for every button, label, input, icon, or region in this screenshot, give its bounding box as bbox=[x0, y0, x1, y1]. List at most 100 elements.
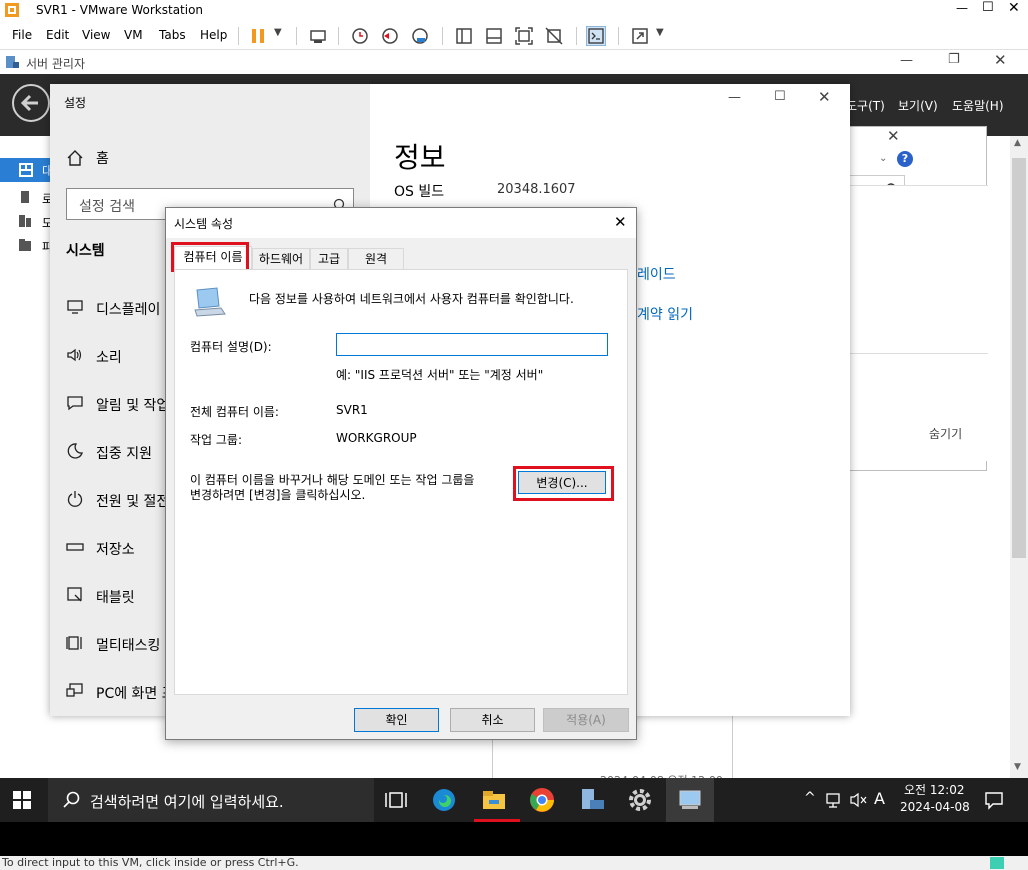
dialog-title-bar: 시스템 속성 ✕ bbox=[166, 208, 636, 238]
close-icon[interactable]: ✕ bbox=[1008, 0, 1020, 16]
vmware-title-bar: SVR1 - VMware Workstation — ☐ ✕ bbox=[0, 0, 1028, 22]
computer-name-panel: 다음 정보를 사용하여 네트워크에서 사용자 컴퓨터를 확인합니다. 컴퓨터 설… bbox=[174, 269, 628, 695]
scroll-up-icon[interactable]: ▲ bbox=[1014, 138, 1021, 148]
volume-muted-icon bbox=[850, 792, 867, 808]
computer-description-input[interactable] bbox=[336, 333, 608, 356]
server-manager-sidebar: 대 로 모 파 bbox=[0, 136, 53, 778]
menu-tabs[interactable]: Tabs bbox=[159, 28, 186, 42]
close-icon[interactable]: ✕ bbox=[994, 51, 1007, 69]
vm-bottom-strip bbox=[0, 822, 1028, 856]
speaker-icon bbox=[67, 348, 82, 362]
menu-edit[interactable]: Edit bbox=[46, 28, 69, 42]
full-name-label: 전체 컴퓨터 이름: bbox=[190, 405, 279, 419]
sidebar-item-local[interactable]: 로 bbox=[18, 190, 53, 206]
chevron-up-icon[interactable]: ^ bbox=[804, 790, 816, 806]
chevron-down-icon[interactable]: ▼ bbox=[274, 27, 282, 38]
about-title: 정보 bbox=[394, 141, 446, 174]
menu-view[interactable]: 보기(V) bbox=[898, 97, 938, 114]
cancel-button[interactable]: 취소 bbox=[450, 708, 535, 732]
help-icon[interactable]: ? bbox=[897, 151, 913, 167]
settings-gear-icon[interactable] bbox=[626, 786, 654, 814]
menu-file[interactable]: File bbox=[12, 28, 32, 42]
stretch-icon[interactable] bbox=[630, 26, 650, 46]
pause-icon[interactable] bbox=[248, 26, 268, 46]
minimize-icon[interactable]: — bbox=[900, 53, 913, 68]
tab-hardware[interactable]: 하드웨어 bbox=[252, 248, 310, 270]
search-icon bbox=[63, 791, 80, 808]
workgroup-value: WORKGROUP bbox=[336, 431, 417, 445]
computer-network-icon bbox=[191, 286, 227, 318]
vmware-window-title: SVR1 - VMware Workstation bbox=[36, 3, 204, 17]
library-view-icon[interactable] bbox=[454, 26, 474, 46]
send-ctrl-alt-del-icon[interactable] bbox=[308, 26, 328, 46]
server-manager-taskbar-icon[interactable] bbox=[578, 786, 606, 814]
vmware-status-bar: To direct input to this VM, click inside… bbox=[0, 856, 1028, 870]
windows-start-icon[interactable] bbox=[12, 790, 34, 812]
full-name-value: SVR1 bbox=[336, 403, 368, 417]
description-label: 컴퓨터 설명(D): bbox=[190, 340, 272, 354]
close-icon[interactable]: ✕ bbox=[614, 213, 627, 231]
server-manager-title: 서버 관리자 bbox=[26, 57, 86, 71]
chevron-down-icon[interactable]: ⌄ bbox=[879, 153, 887, 164]
tab-advanced[interactable]: 고급 bbox=[310, 248, 348, 270]
vm-device-icon[interactable] bbox=[990, 857, 1004, 869]
snapshot-manager-icon[interactable] bbox=[410, 26, 430, 46]
storage-icon bbox=[66, 543, 84, 551]
system-properties-taskbar-item[interactable] bbox=[666, 778, 714, 822]
highlight-change-box bbox=[513, 466, 614, 501]
settings-home[interactable]: 홈 bbox=[50, 140, 370, 176]
close-icon[interactable]: ✕ bbox=[818, 88, 831, 106]
thumbnail-view-icon[interactable] bbox=[484, 26, 504, 46]
console-view-icon[interactable] bbox=[586, 26, 606, 46]
moon-icon bbox=[67, 443, 83, 459]
scrollbar-thumb[interactable] bbox=[1012, 158, 1026, 558]
close-icon[interactable]: ✕ bbox=[887, 127, 900, 145]
restore-icon[interactable]: ❐ bbox=[948, 52, 960, 67]
apply-button[interactable]: 적용(A) bbox=[543, 708, 629, 732]
revert-snapshot-icon[interactable] bbox=[380, 26, 400, 46]
menu-help[interactable]: Help bbox=[200, 28, 227, 42]
taskbar-search-box[interactable]: 검색하려면 여기에 입력하세요. bbox=[48, 778, 374, 822]
multitask-icon bbox=[66, 636, 82, 650]
scroll-down-icon[interactable]: ▼ bbox=[1014, 762, 1021, 772]
menu-tools[interactable]: 도구(T) bbox=[846, 97, 885, 114]
server-manager-title-bar: 서버 관리자 — ❐ ✕ bbox=[0, 50, 1028, 74]
vmware-menu-bar: File Edit View VM Tabs Help ▼ ▼ bbox=[0, 22, 1028, 50]
os-build-label: OS 빌드 bbox=[394, 184, 445, 200]
scrollbar[interactable]: ▲ ▼ bbox=[1010, 136, 1028, 778]
clock-time[interactable]: 오전 12:02 bbox=[904, 781, 964, 798]
settings-section-title: 시스템 bbox=[66, 243, 105, 259]
unity-icon[interactable] bbox=[544, 26, 564, 46]
tab-remote[interactable]: 원격 bbox=[348, 248, 404, 270]
action-center-icon bbox=[985, 792, 1003, 810]
hide-label[interactable]: 숨기기 bbox=[929, 425, 962, 442]
dialog-title: 시스템 속성 bbox=[174, 217, 234, 231]
license-terms-link[interactable]: 계약 읽기 bbox=[637, 304, 693, 324]
back-arrow-icon[interactable] bbox=[12, 84, 50, 122]
maximize-icon[interactable]: ☐ bbox=[982, 0, 994, 15]
sidebar-item-all-servers[interactable]: 모 bbox=[18, 214, 53, 230]
menu-view[interactable]: View bbox=[82, 28, 110, 42]
task-view-icon[interactable] bbox=[382, 786, 410, 814]
sidebar-item-file-services[interactable]: 파 bbox=[18, 238, 53, 254]
ime-indicator[interactable]: A bbox=[874, 789, 885, 808]
clock-date[interactable]: 2024-04-08 bbox=[900, 800, 970, 814]
chrome-icon[interactable] bbox=[528, 786, 556, 814]
vm-status-text: To direct input to this VM, click inside… bbox=[2, 856, 299, 869]
minimize-icon[interactable]: — bbox=[728, 90, 741, 105]
chevron-down-icon[interactable]: ▼ bbox=[656, 27, 664, 38]
minimize-icon[interactable]: — bbox=[956, 1, 968, 15]
network-icon bbox=[826, 793, 840, 808]
file-explorer-icon[interactable] bbox=[480, 786, 508, 814]
upgrade-link[interactable]: 레이드 bbox=[637, 264, 676, 284]
maximize-icon[interactable]: ☐ bbox=[774, 89, 786, 104]
menu-vm[interactable]: VM bbox=[124, 28, 143, 42]
system-properties-dialog: 시스템 속성 ✕ 컴퓨터 이름 하드웨어 고급 원격 다음 정보를 사용하여 네… bbox=[165, 207, 637, 740]
edge-icon[interactable] bbox=[430, 786, 458, 814]
monitor-icon bbox=[67, 300, 83, 314]
snapshot-icon[interactable] bbox=[350, 26, 370, 46]
full-screen-icon[interactable] bbox=[514, 26, 534, 46]
ok-button[interactable]: 확인 bbox=[354, 708, 439, 732]
sidebar-item-dashboard[interactable]: 대 bbox=[0, 158, 53, 182]
menu-help[interactable]: 도움말(H) bbox=[952, 97, 1004, 114]
